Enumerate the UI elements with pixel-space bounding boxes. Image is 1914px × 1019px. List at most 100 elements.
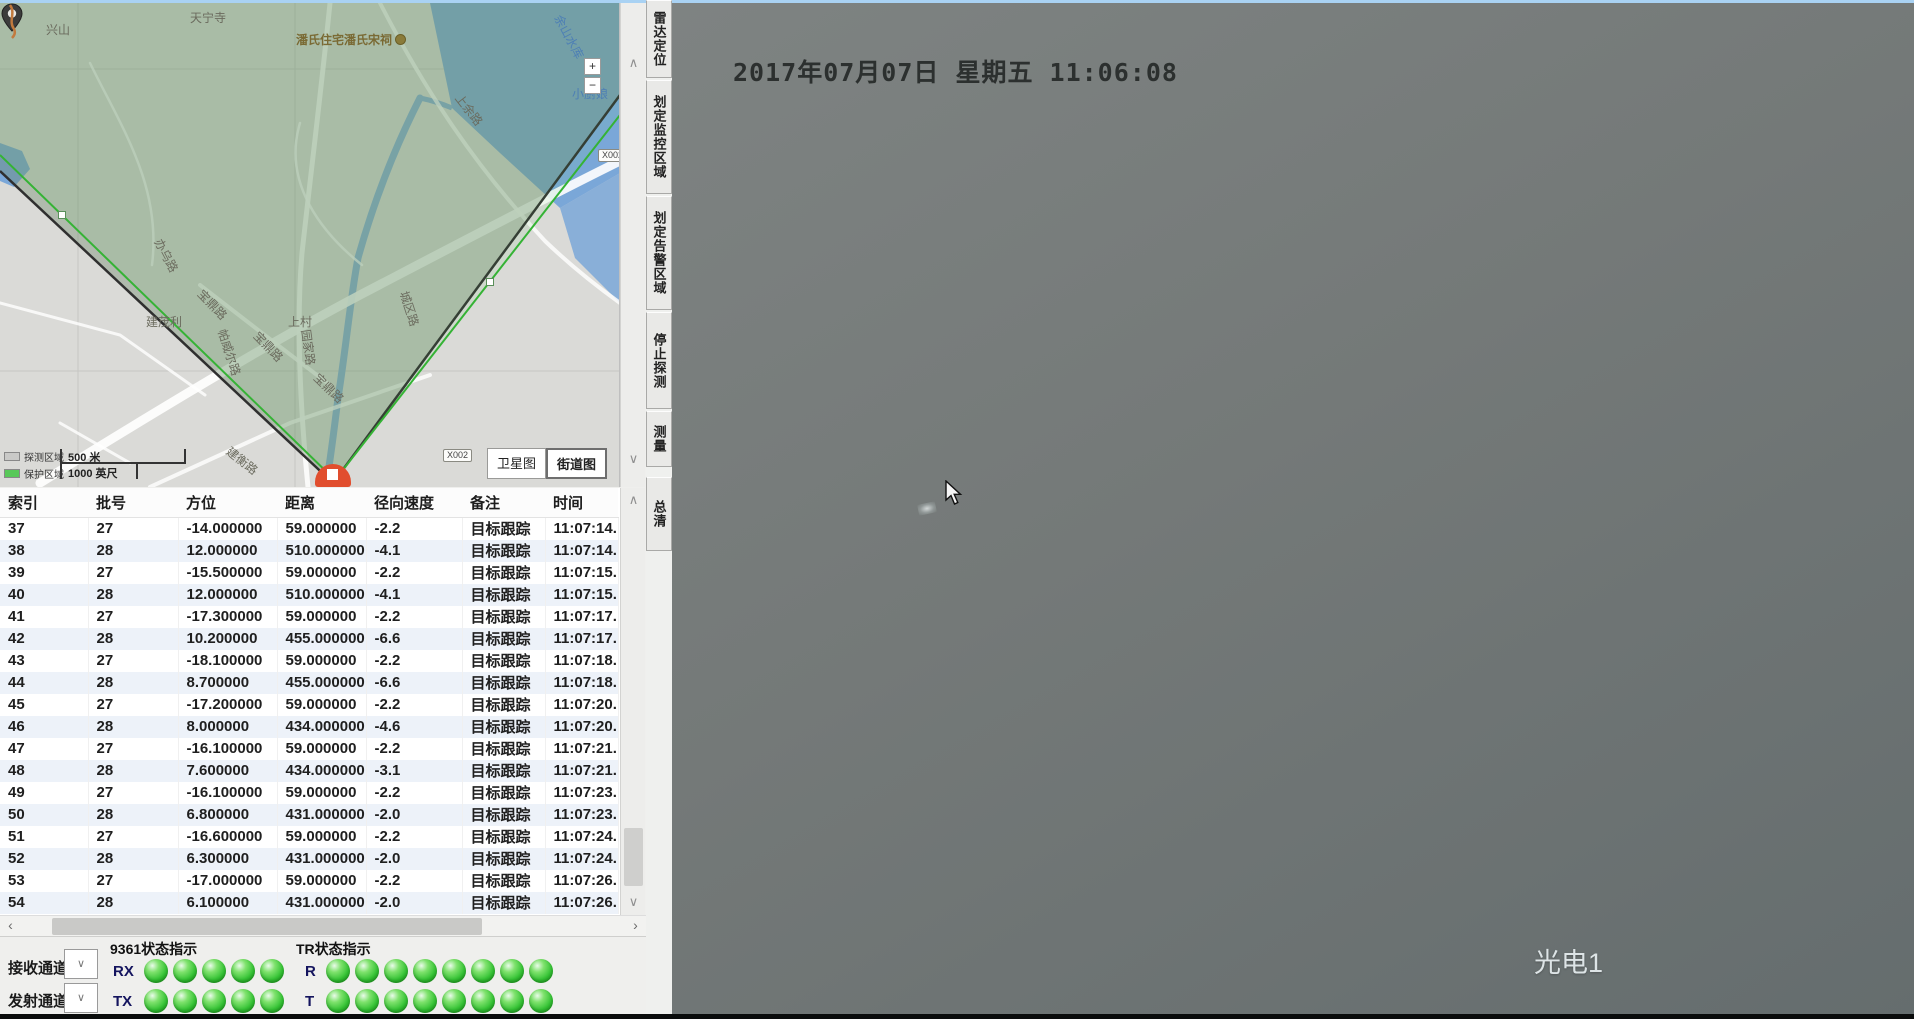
table-cell: 目标跟踪: [462, 892, 545, 914]
col-header-range[interactable]: 距离: [277, 488, 366, 518]
table-cell: 27: [88, 826, 178, 848]
table-cell: 目标跟踪: [462, 518, 545, 540]
status-panel: 接收通道 ∨ 发射通道 ∨ 9361状态指示 RX TX TR状态指示 R T: [0, 936, 646, 1019]
toolbar-clear-all-button[interactable]: 总清: [646, 477, 672, 551]
toolbar-set-monitor-area-button[interactable]: 划定监控区域: [646, 80, 672, 194]
scrollbar-thumb[interactable]: [624, 828, 643, 886]
area-edit-handle[interactable]: [486, 278, 494, 286]
table-cell: -6.6: [366, 672, 462, 694]
detection-legend-label: 探测区域: [24, 449, 64, 464]
col-header-batch[interactable]: 批号: [88, 488, 178, 518]
table-row[interactable]: 44288.700000455.000000-6.6目标跟踪11:07:18.: [0, 672, 618, 694]
map-zoom-in-button[interactable]: +: [584, 58, 601, 75]
toolbar-radar-locate-button[interactable]: 雷达定位: [646, 0, 672, 78]
col-header-index[interactable]: 索引: [0, 488, 88, 518]
led-indicator: [144, 989, 168, 1013]
table-cell: -2.2: [366, 738, 462, 760]
table-row[interactable]: 4127-17.30000059.000000-2.2目标跟踪11:07:17.: [0, 606, 618, 628]
basemap-switch: 卫星图 街道图: [487, 448, 607, 479]
table-cell: 59.000000: [277, 518, 366, 540]
toolbar-measure-button[interactable]: 测量: [646, 411, 672, 467]
table-row[interactable]: 50286.800000431.000000-2.0目标跟踪11:07:23.: [0, 804, 618, 826]
table-cell: 50: [0, 804, 88, 826]
transmit-channel-select[interactable]: ∨: [64, 983, 98, 1013]
table-hscrollbar[interactable]: ‹ ›: [0, 915, 646, 936]
table-cell: 28: [88, 892, 178, 914]
table-cell: 434.000000: [277, 716, 366, 738]
map-zoom-out-button[interactable]: −: [584, 77, 601, 94]
table-cell: 7.600000: [178, 760, 277, 782]
area-edit-handle[interactable]: [58, 211, 66, 219]
toolbar-stop-detection-button[interactable]: 停止探测: [646, 312, 672, 409]
table-cell: 38: [0, 540, 88, 562]
table-cell: -4.1: [366, 540, 462, 562]
drone-target: [917, 501, 937, 516]
table-cell: 11:07:20.: [545, 694, 618, 716]
scroll-right-icon[interactable]: ›: [625, 916, 646, 937]
col-header-remark[interactable]: 备注: [462, 488, 545, 518]
table-row[interactable]: 54286.100000431.000000-2.0目标跟踪11:07:26.: [0, 892, 618, 914]
video-feed: 2017年07月07日 星期五 11:06:08 光电1: [672, 3, 1914, 1019]
table-cell: 10.200000: [178, 628, 277, 650]
map-view[interactable]: 兴山天宁寺潘氏住宅潘氏宋祠余山水库小厨娘上余路办乌路建茂利上村宝鼎路宝鼎路宝鼎路…: [0, 3, 620, 487]
table-row[interactable]: 4527-17.20000059.000000-2.2目标跟踪11:07:20.: [0, 694, 618, 716]
table-cell: 11:07:14.: [545, 518, 618, 540]
table-cell: 42: [0, 628, 88, 650]
led-indicator: [442, 959, 466, 983]
table-row[interactable]: 52286.300000431.000000-2.0目标跟踪11:07:24.: [0, 848, 618, 870]
table-row[interactable]: 422810.200000455.000000-6.6目标跟踪11:07:17.: [0, 628, 618, 650]
col-header-azimuth[interactable]: 方位: [178, 488, 277, 518]
table-cell: 11:07:15.: [545, 562, 618, 584]
table-row[interactable]: 5327-17.00000059.000000-2.2目标跟踪11:07:26.: [0, 870, 618, 892]
scroll-down-icon[interactable]: ∨: [621, 451, 646, 467]
table-row[interactable]: 4927-16.10000059.000000-2.2目标跟踪11:07:23.: [0, 782, 618, 804]
table-scrollbar[interactable]: ∧ ∨: [620, 488, 645, 915]
table-cell: 52: [0, 848, 88, 870]
map-scalebar: 500 米 1000 英尺: [60, 449, 186, 479]
table-row[interactable]: 4327-18.10000059.000000-2.2目标跟踪11:07:18.: [0, 650, 618, 672]
table-cell: 28: [88, 628, 178, 650]
scroll-left-icon[interactable]: ‹: [0, 916, 21, 937]
table-cell: 目标跟踪: [462, 584, 545, 606]
table-row[interactable]: 3927-15.50000059.000000-2.2目标跟踪11:07:15.: [0, 562, 618, 584]
table-row[interactable]: 402812.000000510.000000-4.1目标跟踪11:07:15.: [0, 584, 618, 606]
scroll-up-icon[interactable]: ∧: [621, 55, 646, 71]
table-row[interactable]: 382812.000000510.000000-4.1目标跟踪11:07:14.: [0, 540, 618, 562]
table-cell: -2.2: [366, 650, 462, 672]
table-cell: 28: [88, 848, 178, 870]
table-cell: 59.000000: [277, 562, 366, 584]
col-header-velocity[interactable]: 径向速度: [366, 488, 462, 518]
r-led-strip: [326, 959, 558, 988]
receive-channel-select[interactable]: ∨: [64, 949, 98, 979]
table-cell: -16.600000: [178, 826, 277, 848]
table-cell: 431.000000: [277, 892, 366, 914]
table-row[interactable]: 46288.000000434.000000-4.6目标跟踪11:07:20.: [0, 716, 618, 738]
satellite-map-button[interactable]: 卫星图: [487, 448, 546, 479]
street-map-button[interactable]: 街道图: [546, 448, 607, 479]
scroll-down-icon[interactable]: ∨: [621, 894, 646, 910]
table-cell: 49: [0, 782, 88, 804]
table-row[interactable]: 3727-14.00000059.000000-2.2目标跟踪11:07:14.: [0, 518, 618, 540]
table-cell: 28: [88, 804, 178, 826]
table-cell: 27: [88, 606, 178, 628]
table-cell: 47: [0, 738, 88, 760]
map-scrollbar[interactable]: ∧ ∨: [620, 3, 645, 487]
scroll-up-icon[interactable]: ∧: [621, 492, 646, 508]
table-row[interactable]: 5127-16.60000059.000000-2.2目标跟踪11:07:24.: [0, 826, 618, 848]
table-row[interactable]: 4727-16.10000059.000000-2.2目标跟踪11:07:21.: [0, 738, 618, 760]
rx-label: RX: [113, 963, 134, 980]
table-cell: 27: [88, 562, 178, 584]
table-row[interactable]: 48287.600000434.000000-3.1目标跟踪11:07:21.: [0, 760, 618, 782]
camera-name-overlay: 光电1: [1534, 941, 1603, 980]
scrollbar-thumb[interactable]: [52, 918, 482, 935]
toolbar-set-alert-area-button[interactable]: 划定告警区域: [646, 196, 672, 310]
led-indicator: [326, 989, 350, 1013]
table-cell: 41: [0, 606, 88, 628]
table-cell: 46: [0, 716, 88, 738]
table-cell: -2.2: [366, 606, 462, 628]
table-cell: -2.2: [366, 694, 462, 716]
table-cell: 11:07:23.: [545, 782, 618, 804]
map-label: 潘氏住宅潘氏宋祠: [296, 31, 406, 48]
col-header-time[interactable]: 时间: [545, 488, 618, 518]
map-label: 上村: [288, 313, 312, 330]
